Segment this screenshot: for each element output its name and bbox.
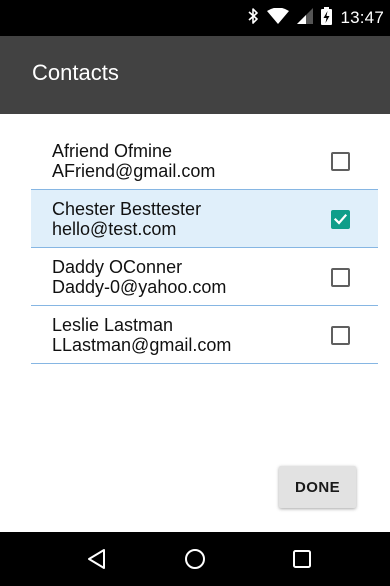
contact-email: Daddy-0@yahoo.com xyxy=(52,277,227,297)
status-bar: 13:47 xyxy=(0,0,390,36)
contact-name: Leslie Lastman xyxy=(52,315,174,335)
app-bar: Contacts xyxy=(0,36,390,114)
contact-name: Afriend Ofmine xyxy=(52,141,173,161)
bluetooth-icon xyxy=(248,7,259,29)
navigation-bar xyxy=(0,532,390,586)
contact-checkbox[interactable] xyxy=(331,326,350,345)
status-icons: 13:47 xyxy=(248,0,384,36)
signal-icon xyxy=(297,7,314,29)
check-icon xyxy=(333,213,348,225)
contact-name: Daddy OConner xyxy=(52,257,183,277)
contact-email: hello@test.com xyxy=(52,219,177,239)
wifi-icon xyxy=(267,7,290,29)
contact-list: Afriend Ofmine AFriend@gmail.com Chester… xyxy=(31,132,378,364)
contact-row[interactable]: Leslie Lastman LLastman@gmail.com xyxy=(31,306,378,364)
home-icon[interactable] xyxy=(181,545,209,573)
contact-checkbox[interactable] xyxy=(331,268,350,287)
done-button[interactable]: DONE xyxy=(279,466,356,508)
app-title: Contacts xyxy=(32,60,119,85)
status-time: 13:47 xyxy=(340,8,384,27)
battery-charging-icon xyxy=(321,6,333,30)
recents-icon[interactable] xyxy=(288,545,316,573)
contact-email: LLastman@gmail.com xyxy=(52,335,232,355)
back-icon[interactable] xyxy=(83,545,111,573)
contact-checkbox[interactable] xyxy=(331,210,350,229)
contact-row[interactable]: Afriend Ofmine AFriend@gmail.com xyxy=(31,132,378,190)
contact-checkbox[interactable] xyxy=(331,152,350,171)
contact-name: Chester Besttester xyxy=(52,199,202,219)
contact-row[interactable]: Daddy OConner Daddy-0@yahoo.com xyxy=(31,248,378,306)
contact-list-screen: Afriend Ofmine AFriend@gmail.com Chester… xyxy=(0,114,390,532)
contact-row[interactable]: Chester Besttester hello@test.com xyxy=(31,190,378,248)
contact-email: AFriend@gmail.com xyxy=(52,161,216,181)
